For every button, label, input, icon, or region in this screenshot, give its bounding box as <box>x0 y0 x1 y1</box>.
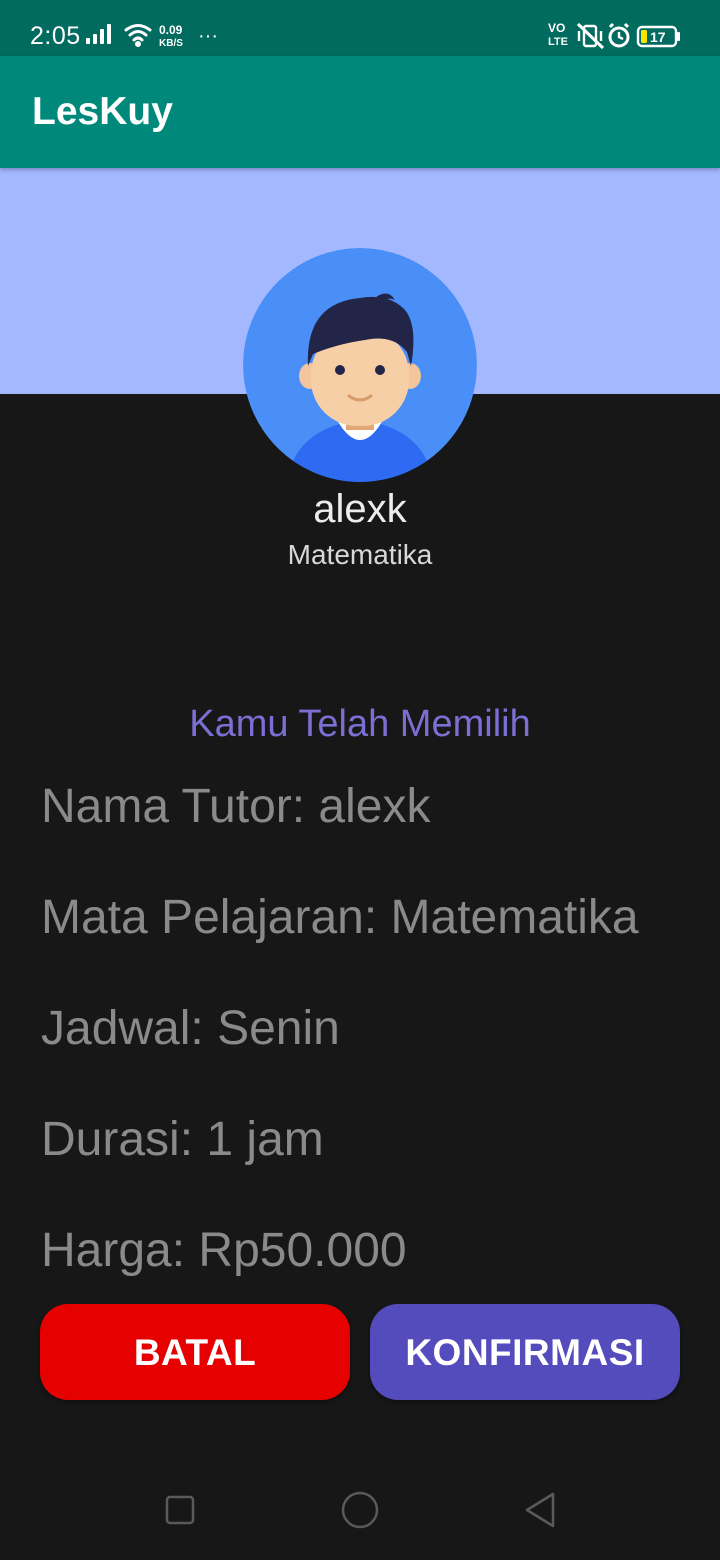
schedule-detail: Jadwal: Senin <box>41 1002 340 1055</box>
status-bar: 2:05 0.09 KB/S ··· VO LTE 17 <box>0 0 720 56</box>
cellular-signal-icon <box>86 24 111 44</box>
net-speed-value: 0.09 <box>159 23 183 37</box>
volte-top: VO <box>548 21 565 35</box>
net-speed-unit: KB/S <box>159 38 183 49</box>
recents-square-icon[interactable] <box>160 1490 200 1530</box>
battery-icon: 17 <box>636 25 680 48</box>
back-triangle-icon[interactable] <box>520 1490 560 1530</box>
home-circle-icon[interactable] <box>340 1490 380 1530</box>
tutor-name-detail: Nama Tutor: alexk <box>41 780 431 833</box>
alarm-icon <box>608 22 630 48</box>
price-detail: Harga: Rp50.000 <box>41 1224 407 1277</box>
selection-heading: Kamu Telah Memilih <box>189 703 531 745</box>
profile-name: alexk <box>313 487 407 531</box>
battery-level: 17 <box>650 29 666 45</box>
app-title: LesKuy <box>32 90 173 133</box>
subject-detail: Mata Pelajaran: Matematika <box>41 891 639 944</box>
cancel-button[interactable]: BATAL <box>40 1304 350 1400</box>
app-bar: LesKuy <box>0 56 720 168</box>
wifi-icon <box>124 24 152 47</box>
volte-bottom: LTE <box>548 36 568 48</box>
status-right-icons: VO LTE 17 <box>548 21 680 50</box>
more-icon: ··· <box>198 25 218 47</box>
duration-detail: Durasi: 1 jam <box>41 1113 324 1166</box>
confirm-button[interactable]: KONFIRMASI <box>370 1304 680 1400</box>
status-time: 2:05 <box>30 22 81 50</box>
user-avatar-icon <box>243 248 477 482</box>
profile-subject: Matematika <box>287 539 433 570</box>
vibrate-mute-icon <box>576 22 605 50</box>
system-nav-bar <box>0 1460 720 1560</box>
status-left-icons: 0.09 KB/S ··· <box>86 23 218 49</box>
